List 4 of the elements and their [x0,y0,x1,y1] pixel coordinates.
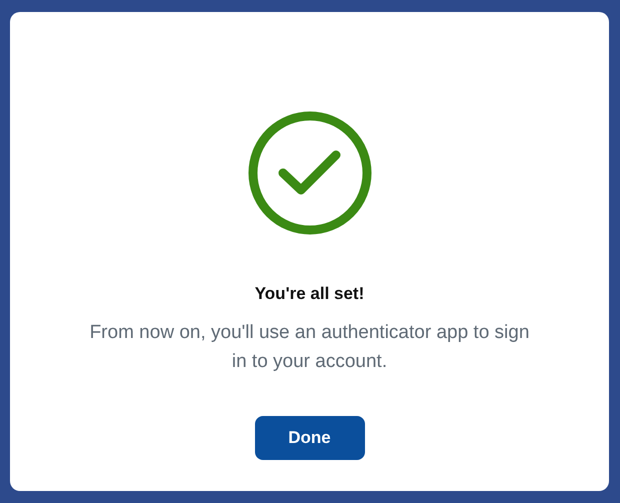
dialog-message: From now on, you'll use an authenticator app to sign in to your account. [90,321,530,374]
done-button[interactable]: Done [254,416,364,460]
checkmark-circle-icon [248,111,372,235]
dialog-title: You're all set! [254,284,364,304]
